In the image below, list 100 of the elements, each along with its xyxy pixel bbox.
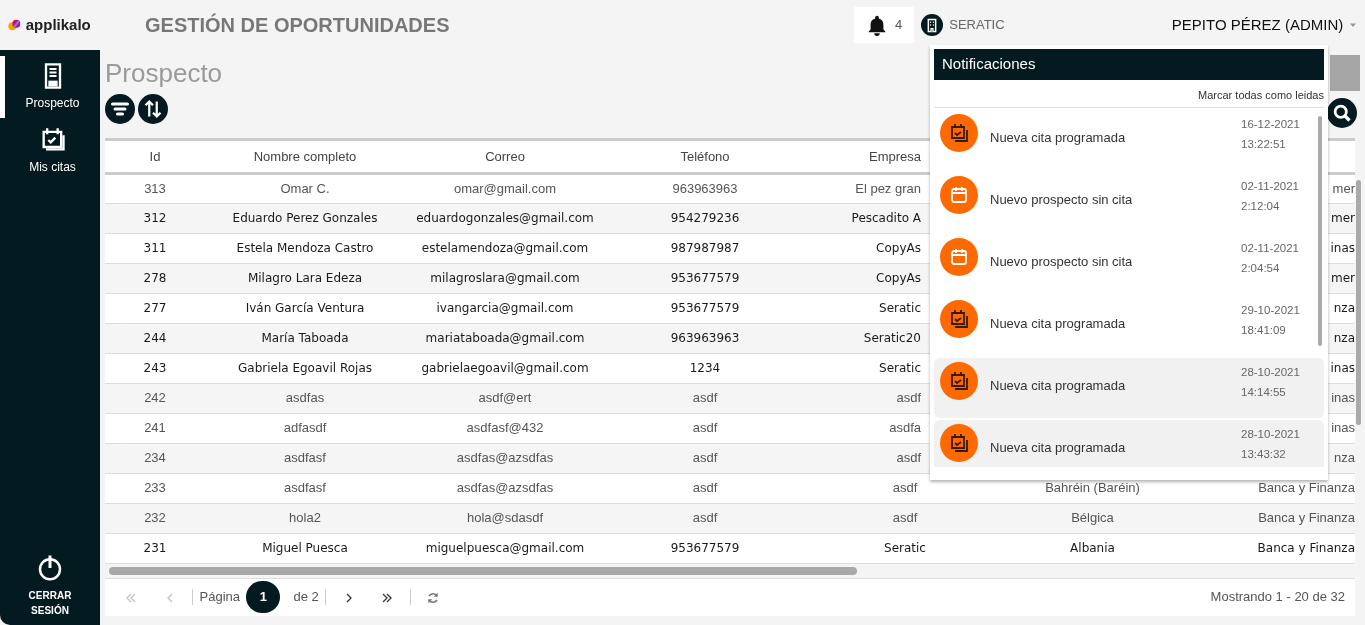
table-cell: Seratic xyxy=(879,301,921,315)
horizontal-scrollbar[interactable] xyxy=(109,566,857,575)
table-cell: asdf xyxy=(896,390,921,406)
table-cell: 953677579 xyxy=(670,301,740,315)
table-cell: 278 xyxy=(143,271,167,285)
logout-button[interactable]: CERRAR SESIÓN xyxy=(20,586,80,619)
table-cell: nza xyxy=(1333,331,1355,345)
table-cell: Gabriela Egoavil Rojas xyxy=(238,361,372,375)
notification-date: 02-11-2021 xyxy=(1241,241,1300,256)
table-cell: inas xyxy=(1331,390,1355,406)
notifications-button[interactable]: 4 xyxy=(854,7,915,43)
column-header[interactable]: Id xyxy=(149,148,161,164)
notification-date: 02-11-2021 xyxy=(1241,179,1300,194)
table-cell: 963963963 xyxy=(672,180,738,196)
table-cell: 241 xyxy=(144,420,166,436)
notification-time: 13:43:32 xyxy=(1241,447,1287,462)
table-cell: 963963963 xyxy=(670,331,740,345)
table-cell: asdfasf@432 xyxy=(466,420,544,436)
table-cell: asdfasf xyxy=(284,480,326,496)
table-cell: eduardogonzales@gmail.com xyxy=(416,211,594,225)
table-cell: 954279236 xyxy=(670,211,740,225)
notification-date: 29-10-2021 xyxy=(1241,303,1301,318)
table-cell: mer xyxy=(1332,180,1355,196)
table-cell: gabrielaegoavil@gmail.com xyxy=(421,361,589,375)
table-cell: Banca y Finanza xyxy=(1258,480,1355,496)
sort-button[interactable] xyxy=(138,94,169,124)
notification-item[interactable]: Nueva cita programada 16-12-2021 13:22:51 xyxy=(934,110,1324,170)
table-cell: 953677579 xyxy=(670,271,740,285)
table-cell: nza xyxy=(1333,301,1355,315)
notification-item[interactable]: Nueva cita programada 29-10-2021 18:41:09 xyxy=(934,296,1324,356)
table-cell: 1234 xyxy=(689,361,721,375)
notification-title: Nueva cita programada xyxy=(990,129,1127,148)
notification-title: Nueva cita programada xyxy=(990,315,1127,334)
sidebar-item[interactable]: Mis citas xyxy=(0,120,100,182)
table-cell: asdf xyxy=(692,510,718,526)
table-cell: asdfas@azsdfas xyxy=(456,450,554,466)
notification-date: 28-10-2021 xyxy=(1241,365,1301,380)
notification-title: Nueva cita programada xyxy=(990,439,1127,458)
notification-item[interactable]: Nuevo prospecto sin cita 02-11-2021 2:04:54 xyxy=(934,234,1324,294)
notification-title: Nuevo prospecto sin cita xyxy=(990,191,1134,210)
table-cell: María Taboada xyxy=(261,331,349,345)
table-cell: asdfasf xyxy=(284,450,326,466)
table-cell: 313 xyxy=(144,180,166,196)
vertical-scrollbar[interactable] xyxy=(1356,180,1361,425)
table-cell: 244 xyxy=(143,331,167,345)
table-cell: 242 xyxy=(144,390,166,406)
table-cell: 243 xyxy=(143,361,167,375)
column-header[interactable]: Teléfono xyxy=(680,148,730,164)
table-cell: Pescadito A xyxy=(851,211,921,225)
table-cell: asdf xyxy=(692,480,718,496)
notification-date: 16-12-2021 xyxy=(1241,117,1301,132)
table-cell: Bahréin (Baréin) xyxy=(1045,480,1140,496)
table-cell: asdf xyxy=(896,450,921,466)
table-cell: hola2 xyxy=(289,510,321,526)
company-name: SERATIC xyxy=(949,16,1005,35)
table-cell: CopyAs xyxy=(876,241,921,255)
current-page[interactable]: 1 xyxy=(246,581,281,613)
page-title: Prospecto xyxy=(105,57,223,90)
table-cell: omar@gmail.com xyxy=(453,180,557,196)
user-menu[interactable]: PEPITO PÉREZ (ADMIN) xyxy=(1171,13,1359,37)
panel-scrollbar[interactable] xyxy=(1318,116,1322,346)
table-cell: asdf xyxy=(892,510,918,526)
table-cell: hola@sdasdf xyxy=(466,510,544,526)
results-summary: Mostrando 1 - 20 de 32 xyxy=(1210,588,1345,607)
table-cell: Banca y Finanza xyxy=(1258,510,1355,526)
notification-time: 2:12:04 xyxy=(1241,199,1281,214)
app-title: GESTIÓN DE OPORTUNIDADES xyxy=(145,12,450,38)
page-total: de 2 xyxy=(293,588,319,607)
filter-button[interactable] xyxy=(105,94,135,124)
notification-item[interactable]: Nueva cita programada 28-10-2021 14:14:55 xyxy=(934,358,1324,418)
table-cell: Bélgica xyxy=(1071,510,1114,526)
notification-title: Nuevo prospecto sin cita xyxy=(990,253,1134,272)
table-cell: asdf@ert xyxy=(478,390,532,406)
table-cell: Banca y Finanza xyxy=(1257,541,1355,555)
table-cell: Seratic xyxy=(879,361,921,375)
table-cell: 232 xyxy=(144,510,166,526)
search-icon[interactable] xyxy=(1327,98,1357,128)
table-cell: asdf xyxy=(892,480,918,496)
table-cell: ivangarcia@gmail.com xyxy=(436,301,574,315)
mark-all-read-link[interactable]: Marcar todas como leidas xyxy=(1198,86,1324,103)
table-cell: Estela Mendoza Castro xyxy=(236,241,374,255)
table-cell: asdfas@azsdfas xyxy=(456,480,554,496)
table-cell: 233 xyxy=(144,480,166,496)
table-cell: inas xyxy=(1330,241,1355,255)
table-cell: mariataboada@gmail.com xyxy=(425,331,585,345)
column-header[interactable]: Correo xyxy=(485,148,525,164)
table-cell: 231 xyxy=(143,541,167,555)
sidebar-item[interactable]: Prospecto xyxy=(0,56,100,118)
table-cell: inas xyxy=(1330,361,1355,375)
table-cell: inas xyxy=(1331,420,1355,436)
notification-date: 28-10-2021 xyxy=(1241,427,1301,442)
table-cell: mer xyxy=(1331,211,1355,225)
building-icon xyxy=(920,14,943,36)
column-header[interactable]: Empresa xyxy=(868,148,921,164)
notification-item[interactable]: Nuevo prospecto sin cita 02-11-2021 2:12:04 xyxy=(934,172,1324,232)
column-header[interactable]: Nombre completo xyxy=(253,148,357,164)
notification-item[interactable]: Nueva cita programada 28-10-2021 13:43:32 xyxy=(934,420,1324,467)
page-label: Página xyxy=(199,588,240,607)
logo-text: applikalo xyxy=(25,14,91,35)
table-cell: CopyAs xyxy=(876,271,921,285)
